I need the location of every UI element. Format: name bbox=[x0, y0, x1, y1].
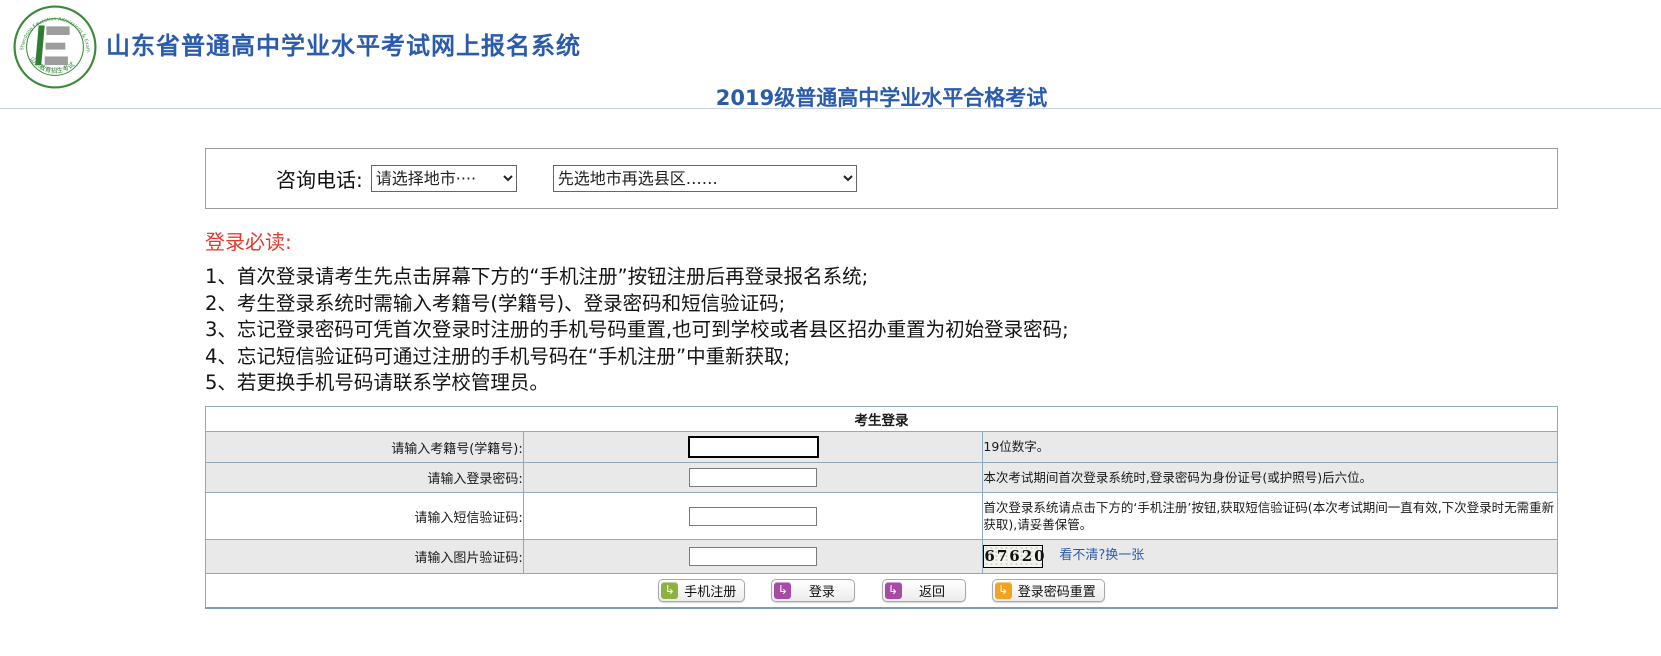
page-title: 山东省普通高中学业水平考试网上报名系统 bbox=[106, 32, 581, 60]
table-row: 请输入登录密码: 本次考试期间首次登录系统时,登录密码为身份证号(或护照号)后六… bbox=[205, 462, 1558, 493]
table-row: 请输入考籍号(学籍号): 19位数字。 bbox=[205, 431, 1558, 463]
sms-code-hint: 首次登录系统请点击下方的‘手机注册’按钮,获取短信验证码(本次考试期间一直有效,… bbox=[982, 492, 1558, 540]
arrow-icon: ↳ bbox=[661, 581, 679, 599]
captcha-refresh-link[interactable]: 看不清?换一张 bbox=[1059, 547, 1144, 565]
table-row: 请输入图片验证码: 67620 看不清?换一张 bbox=[205, 539, 1558, 574]
site-logo: Shandong Education Admissions & Examinat… bbox=[10, 0, 98, 90]
login-notice: 登录必读: 1、首次登录请考生先点击屏幕下方的“手机注册”按钮注册后再登录报名系… bbox=[205, 226, 1605, 397]
table-row: 请输入短信验证码: 首次登录系统请点击下方的‘手机注册’按钮,获取短信验证码(本… bbox=[205, 492, 1558, 540]
arrow-icon: ↳ bbox=[994, 581, 1012, 599]
notice-item: 4、忘记短信验证码可通过注册的手机号码在“手机注册”中重新获取; bbox=[205, 344, 791, 368]
back-button[interactable]: ↳ 返回 bbox=[881, 578, 966, 602]
login-table-title: 考生登录 bbox=[205, 406, 1558, 432]
password-hint: 本次考试期间首次登录系统时,登录密码为身份证号(或护照号)后六位。 bbox=[982, 462, 1558, 493]
phone-register-button[interactable]: ↳ 手机注册 bbox=[658, 578, 746, 602]
exam-id-label: 请输入考籍号(学籍号): bbox=[205, 431, 524, 463]
notice-item: 1、首次登录请考生先点击屏幕下方的“手机注册”按钮注册后再登录报名系统; bbox=[205, 265, 869, 288]
sms-code-input[interactable] bbox=[689, 506, 818, 526]
exam-id-input[interactable] bbox=[687, 436, 819, 458]
arrow-icon: ↳ bbox=[774, 581, 792, 599]
arrow-icon: ↳ bbox=[884, 581, 902, 599]
captcha-input[interactable] bbox=[689, 547, 818, 566]
login-button[interactable]: ↳ 登录 bbox=[771, 578, 856, 602]
notice-item: 2、考生登录系统时需输入考籍号(学籍号)、登录密码和短信验证码; bbox=[205, 291, 786, 315]
district-select[interactable]: 先选地市再选县区…… bbox=[552, 165, 857, 192]
notice-item: 5、若更换手机号码请联系学校管理员。 bbox=[205, 371, 549, 394]
password-reset-button[interactable]: ↳ 登录密码重置 bbox=[991, 578, 1105, 602]
password-input[interactable] bbox=[689, 468, 818, 487]
captcha-image: 67620 bbox=[983, 545, 1045, 568]
consult-phone-label: 咨询电话: bbox=[276, 168, 363, 192]
sms-code-label: 请输入短信验证码: bbox=[205, 492, 524, 540]
captcha-label: 请输入图片验证码: bbox=[205, 539, 524, 574]
city-select[interactable]: 请选择地市···· bbox=[370, 165, 517, 192]
notice-title: 登录必读: bbox=[205, 230, 292, 254]
notice-item: 3、忘记登录密码可凭首次登录时注册的手机号码重置,也可到学校或者县区招办重置为初… bbox=[205, 318, 1069, 341]
button-row: ↳ 手机注册 ↳ 登录 ↳ 返回 ↳ 登录密码重置 bbox=[205, 573, 1558, 608]
exam-id-hint: 19位数字。 bbox=[982, 431, 1558, 463]
header-divider bbox=[0, 108, 1661, 109]
password-label: 请输入登录密码: bbox=[205, 462, 524, 493]
candidate-login-table: 考生登录 请输入考籍号(学籍号): 19位数字。 请输入登录密码: 本次考试期间… bbox=[205, 406, 1558, 609]
consult-phone-panel: 咨询电话: 请选择地市···· 先选地市再选县区…… bbox=[205, 148, 1558, 209]
